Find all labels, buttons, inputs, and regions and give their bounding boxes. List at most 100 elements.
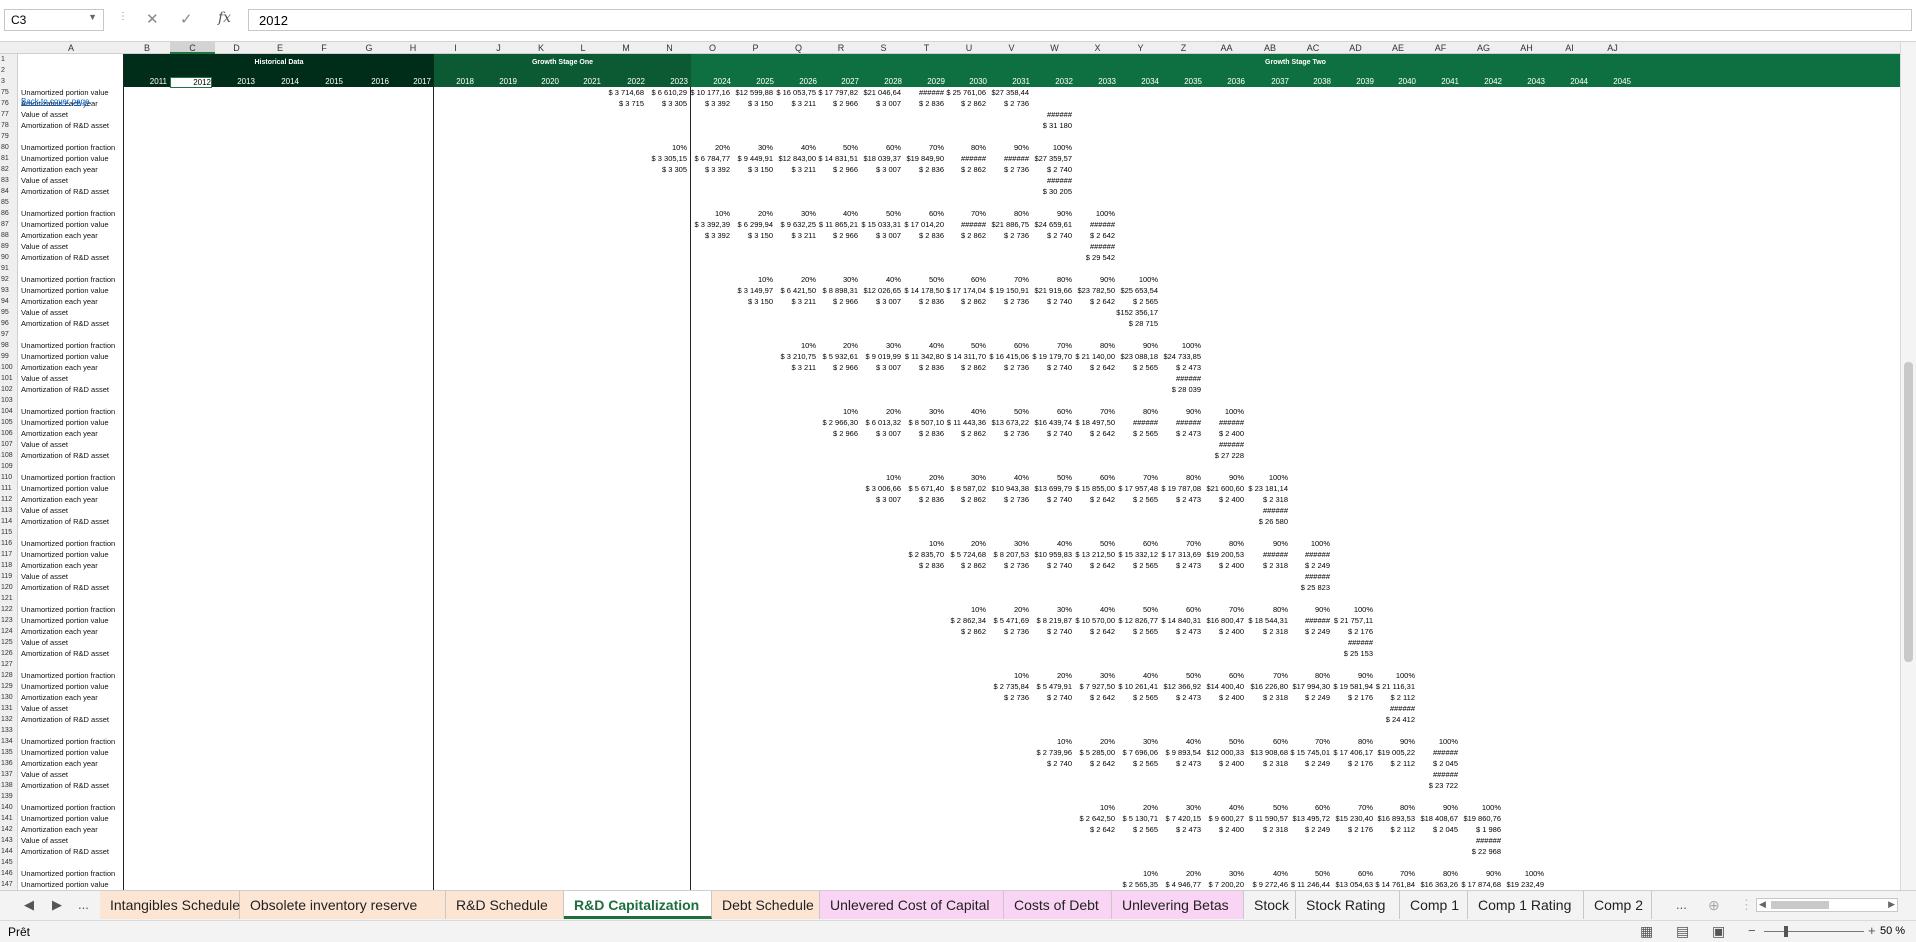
page-break-icon[interactable]: ▣: [1712, 923, 1725, 940]
row-header-78[interactable]: 78: [0, 120, 18, 131]
row-header-105[interactable]: 105: [0, 417, 18, 428]
row-header-93[interactable]: 93: [0, 285, 18, 296]
hscroll-thumb[interactable]: [1771, 901, 1829, 909]
row-header-147[interactable]: 147: [0, 879, 18, 890]
row-header-117[interactable]: 117: [0, 549, 18, 560]
year-2012[interactable]: 2012: [170, 77, 212, 88]
column-header-k[interactable]: K: [520, 42, 562, 54]
row-header-85[interactable]: 85: [0, 197, 18, 208]
row-header-110[interactable]: 110: [0, 472, 18, 483]
row-header-80[interactable]: 80: [0, 142, 18, 153]
row-header-128[interactable]: 128: [0, 670, 18, 681]
column-header-ae[interactable]: AE: [1377, 42, 1419, 54]
row-header-123[interactable]: 123: [0, 615, 18, 626]
zoom-slider-thumb[interactable]: [1784, 926, 1788, 937]
row-header-136[interactable]: 136: [0, 758, 18, 769]
column-header-x[interactable]: X: [1076, 42, 1119, 54]
column-header-g[interactable]: G: [346, 42, 392, 54]
column-header-p[interactable]: P: [734, 42, 777, 54]
row-header-108[interactable]: 108: [0, 450, 18, 461]
column-header-l[interactable]: L: [562, 42, 604, 54]
row-header-95[interactable]: 95: [0, 307, 18, 318]
horizontal-scrollbar[interactable]: ◀ ▶: [1756, 898, 1898, 912]
column-header-n[interactable]: N: [648, 42, 691, 54]
row-header-133[interactable]: 133: [0, 725, 18, 736]
row-header-82[interactable]: 82: [0, 164, 18, 175]
row-header-139[interactable]: 139: [0, 791, 18, 802]
row-header-113[interactable]: 113: [0, 505, 18, 516]
scroll-right-icon[interactable]: ▶: [1888, 899, 1895, 910]
name-box[interactable]: C3 ▼: [4, 9, 104, 31]
more-tabs-left[interactable]: ...: [78, 897, 89, 912]
row-header-3[interactable]: 3: [0, 76, 18, 87]
row-header-79[interactable]: 79: [0, 131, 18, 142]
row-header-98[interactable]: 98: [0, 340, 18, 351]
column-header-v[interactable]: V: [990, 42, 1033, 54]
row-header-97[interactable]: 97: [0, 329, 18, 340]
sheet-tab-unlevered-cost-of-capital[interactable]: Unlevered Cost of Capital: [820, 891, 1004, 919]
column-header-aj[interactable]: AJ: [1591, 42, 1634, 54]
page-layout-icon[interactable]: ▤: [1676, 923, 1689, 940]
zoom-in-icon[interactable]: +: [1868, 923, 1876, 938]
row-header-103[interactable]: 103: [0, 395, 18, 406]
row-header-101[interactable]: 101: [0, 373, 18, 384]
row-header-118[interactable]: 118: [0, 560, 18, 571]
row-header-132[interactable]: 132: [0, 714, 18, 725]
scroll-tabs-right-icon[interactable]: ▶: [52, 897, 62, 913]
column-header-af[interactable]: AF: [1419, 42, 1462, 54]
column-header-h[interactable]: H: [392, 42, 434, 54]
row-header-130[interactable]: 130: [0, 692, 18, 703]
row-header-140[interactable]: 140: [0, 802, 18, 813]
row-header-137[interactable]: 137: [0, 769, 18, 780]
row-header-121[interactable]: 121: [0, 593, 18, 604]
zoom-slider[interactable]: [1764, 926, 1864, 937]
sheet-tab-r-d-capitalization[interactable]: R&D Capitalization: [564, 891, 712, 919]
scroll-thumb[interactable]: [1904, 362, 1913, 662]
zoom-out-icon[interactable]: −: [1748, 923, 1756, 938]
row-header-84[interactable]: 84: [0, 186, 18, 197]
row-header-134[interactable]: 134: [0, 736, 18, 747]
row-header-86[interactable]: 86: [0, 208, 18, 219]
column-header-ab[interactable]: AB: [1248, 42, 1292, 54]
row-header-92[interactable]: 92: [0, 274, 18, 285]
row-header-90[interactable]: 90: [0, 252, 18, 263]
column-header-j[interactable]: J: [477, 42, 520, 54]
row-header-143[interactable]: 143: [0, 835, 18, 846]
sheet-tab-comp-2[interactable]: Comp 2: [1584, 891, 1652, 919]
normal-view-icon[interactable]: ▦: [1640, 923, 1653, 940]
sheet-tab-obsolete-inventory-reserve[interactable]: Obsolete inventory reserve: [240, 891, 446, 919]
row-header-87[interactable]: 87: [0, 219, 18, 230]
row-header-96[interactable]: 96: [0, 318, 18, 329]
row-header-135[interactable]: 135: [0, 747, 18, 758]
sheet-tab-debt-schedule[interactable]: Debt Schedule: [712, 891, 820, 919]
column-header-ad[interactable]: AD: [1334, 42, 1377, 54]
sheet-tab-comp-1-rating[interactable]: Comp 1 Rating: [1468, 891, 1584, 919]
row-header-94[interactable]: 94: [0, 296, 18, 307]
row-header-114[interactable]: 114: [0, 516, 18, 527]
row-header-122[interactable]: 122: [0, 604, 18, 615]
row-header-142[interactable]: 142: [0, 824, 18, 835]
column-header-e[interactable]: E: [258, 42, 302, 54]
insert-function-icon[interactable]: fx: [218, 10, 231, 26]
row-header-109[interactable]: 109: [0, 461, 18, 472]
column-header-b[interactable]: B: [124, 42, 170, 54]
row-header-144[interactable]: 144: [0, 846, 18, 857]
column-header-ac[interactable]: AC: [1292, 42, 1334, 54]
add-sheet-icon[interactable]: ⊕: [1708, 897, 1720, 914]
column-header-ah[interactable]: AH: [1505, 42, 1548, 54]
row-header-131[interactable]: 131: [0, 703, 18, 714]
row-header-102[interactable]: 102: [0, 384, 18, 395]
row-header-1[interactable]: 1: [0, 54, 18, 65]
row-header-138[interactable]: 138: [0, 780, 18, 791]
column-header-i[interactable]: I: [434, 42, 477, 54]
sheet-tab-costs-of-debt[interactable]: Costs of Debt: [1004, 891, 1112, 919]
row-header-146[interactable]: 146: [0, 868, 18, 879]
sheet-tab-intangibles-schedule[interactable]: Intangibles Schedule: [100, 891, 240, 919]
row-header-99[interactable]: 99: [0, 351, 18, 362]
row-header-145[interactable]: 145: [0, 857, 18, 868]
tabs-splitter[interactable]: ⋮: [1740, 897, 1753, 913]
column-header-ag[interactable]: AG: [1462, 42, 1505, 54]
worksheet-grid[interactable]: A B C D E F G H I J K L M N O P Q R S T U V W X Y Z AA AB AC AD AE AF AG…: [0, 42, 1900, 890]
zoom-level[interactable]: 50 %: [1880, 925, 1905, 937]
row-header-107[interactable]: 107: [0, 439, 18, 450]
